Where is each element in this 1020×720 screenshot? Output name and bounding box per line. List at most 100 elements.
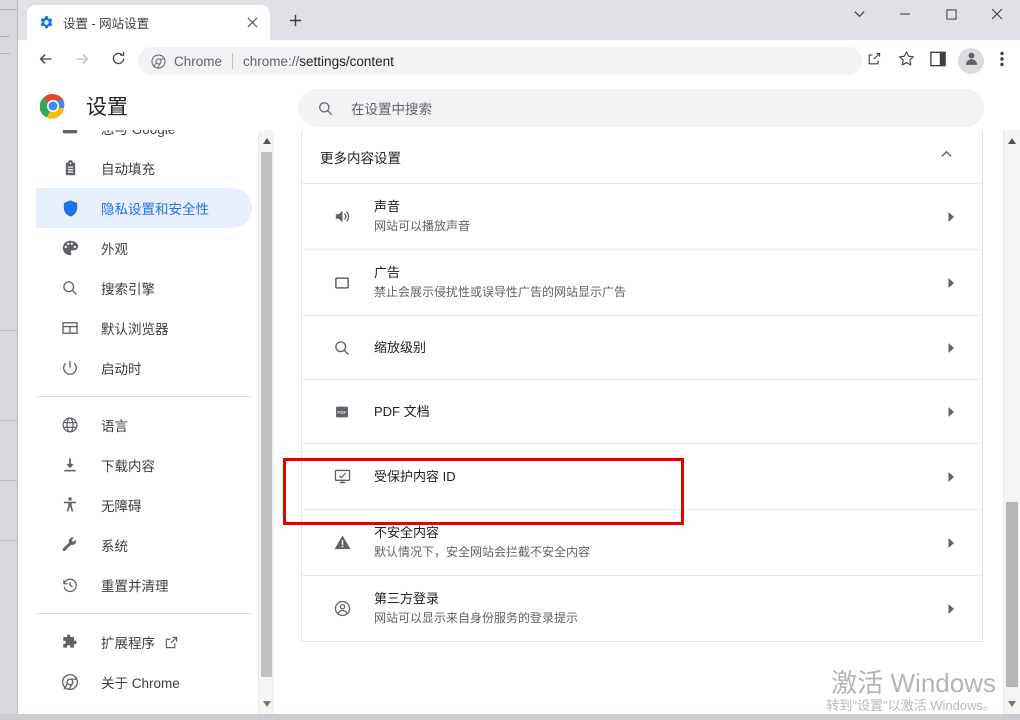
window-controls — [836, 0, 1020, 40]
chevron-right-icon[interactable] — [942, 468, 960, 486]
tab-title: 设置 - 网站设置 — [63, 17, 150, 31]
omnibox-divider — [232, 53, 234, 69]
collapse-section-button[interactable] — [932, 143, 960, 171]
setting-row-pdf-documents[interactable]: PDF PDF 文档 — [302, 379, 982, 443]
new-tab-button[interactable] — [282, 10, 308, 36]
sidebar-item-accessibility[interactable]: 无障碍 — [36, 485, 252, 525]
sidebar-divider — [36, 396, 252, 397]
setting-title: 缩放级别 — [374, 340, 427, 355]
setting-row-text: 不安全内容 默认情况下，安全网站会拦截不安全内容 — [374, 523, 942, 562]
chrome-logo-icon — [39, 93, 66, 119]
sidebar-item-reset-and-cleanup[interactable]: 重置并清理 — [36, 565, 252, 605]
tab-strip: 设置 - 网站设置 — [18, 0, 1020, 40]
browser-tab[interactable]: 设置 - 网站设置 — [27, 5, 270, 40]
chevron-right-icon[interactable] — [942, 208, 960, 226]
setting-title: PDF 文档 — [374, 404, 430, 419]
address-bar[interactable]: Chrome chrome://settings/content — [138, 47, 862, 75]
svg-text:PDF: PDF — [337, 409, 346, 414]
sidebar-item-label: 您与 Google — [101, 130, 175, 138]
setting-row-text: 广告 禁止会展示侵扰性或误导性广告的网站显示广告 — [374, 263, 942, 302]
maximize-button[interactable] — [928, 0, 974, 32]
sidebar-item-extensions[interactable]: 扩展程序 — [36, 622, 252, 662]
volume-icon — [332, 207, 352, 227]
download-icon — [60, 455, 80, 475]
section-title: 更多内容设置 — [320, 150, 401, 166]
side-panel-button[interactable] — [924, 47, 952, 75]
setting-subtitle: 默认情况下，安全网站会拦截不安全内容 — [374, 545, 591, 559]
background-window-sliver — [0, 0, 18, 720]
sidebar-item-search-engine[interactable]: 搜索引擎 — [36, 268, 252, 308]
chevron-right-icon[interactable] — [942, 534, 960, 552]
forward-button[interactable] — [68, 47, 96, 75]
reload-button[interactable] — [104, 47, 132, 75]
url-scheme: chrome:// — [243, 53, 300, 69]
sidebar-item-label: 系统 — [101, 539, 128, 554]
search-input[interactable]: 在设置中搜索 — [351, 98, 432, 118]
setting-row-insecure-content[interactable]: 不安全内容 默认情况下，安全网站会拦截不安全内容 — [302, 509, 982, 575]
pdf-icon: PDF — [332, 402, 352, 422]
sidebar-item-label: 重置并清理 — [101, 579, 169, 594]
setting-row-text: PDF 文档 — [374, 402, 942, 421]
minimize-button[interactable] — [882, 0, 928, 32]
side-panel-icon — [930, 51, 946, 72]
sidebar-item-you-and-google[interactable]: 您与 Google — [36, 130, 252, 148]
scroll-up-arrow-icon[interactable] — [259, 132, 274, 149]
page-scrollbar-thumb[interactable] — [1006, 502, 1018, 687]
sidebar-item-languages[interactable]: 语言 — [36, 405, 252, 445]
sidebar-item-privacy-and-security[interactable]: 隐私设置和安全性 — [36, 188, 252, 228]
sidebar-nav: 您与 Google 自动填充 — [36, 130, 266, 702]
external-link-icon — [165, 635, 179, 649]
sidebar-item-default-browser[interactable]: 默认浏览器 — [36, 308, 252, 348]
setting-title: 不安全内容 — [374, 525, 440, 540]
chrome-icon — [150, 53, 166, 69]
window-close-button[interactable] — [974, 0, 1020, 32]
sidebar-scrollbar[interactable] — [258, 130, 274, 714]
sidebar-item-on-startup[interactable]: 启动时 — [36, 348, 252, 388]
sidebar-item-label: 语言 — [101, 419, 128, 434]
page-scrollbar[interactable] — [1003, 130, 1020, 714]
tab-search-button[interactable] — [836, 0, 882, 32]
chevron-right-icon[interactable] — [942, 274, 960, 292]
setting-row-ads[interactable]: 广告 禁止会展示侵扰性或误导性广告的网站显示广告 — [302, 249, 982, 315]
reload-icon — [110, 50, 127, 72]
setting-row-text: 缩放级别 — [374, 338, 942, 357]
sidebar-item-label: 无障碍 — [101, 499, 142, 514]
scroll-up-arrow-icon[interactable] — [1004, 132, 1019, 149]
chevron-right-icon[interactable] — [942, 403, 960, 421]
chevron-up-icon — [940, 148, 953, 166]
search-icon — [60, 278, 80, 298]
setting-row-third-party-signin[interactable]: 第三方登录 网站可以显示来自身份服务的登录提示 — [302, 575, 982, 641]
setting-row-zoom-levels[interactable]: 缩放级别 — [302, 315, 982, 379]
setting-row-text: 受保护内容 ID — [374, 467, 942, 486]
setting-row-protected-content-id[interactable]: 受保护内容 ID — [302, 443, 982, 509]
setting-row-sound[interactable]: 声音 网站可以播放声音 — [302, 183, 982, 249]
desktop-background: 设置 - 网站设置 Chrome chrome://settings/conte… — [0, 0, 1020, 720]
settings-sidebar: 您与 Google 自动填充 — [36, 130, 266, 714]
arrow-right-icon — [73, 50, 91, 73]
chevron-right-icon[interactable] — [942, 600, 960, 618]
chevron-right-icon[interactable] — [942, 339, 960, 357]
close-icon[interactable] — [241, 12, 263, 34]
sidebar-item-about-chrome[interactable]: 关于 Chrome — [36, 662, 252, 702]
clipboard-icon — [60, 158, 80, 178]
profile-avatar[interactable] — [958, 48, 984, 74]
sidebar-item-label: 默认浏览器 — [101, 322, 169, 337]
sidebar-item-system[interactable]: 系统 — [36, 525, 252, 565]
bookmark-button[interactable] — [892, 47, 920, 75]
back-button[interactable] — [32, 47, 60, 75]
setting-title: 广告 — [374, 265, 401, 280]
settings-search-box[interactable]: 在设置中搜索 — [298, 89, 984, 127]
chrome-browser-window: 设置 - 网站设置 Chrome chrome://settings/conte… — [18, 0, 1020, 714]
scroll-down-arrow-icon[interactable] — [1004, 695, 1019, 712]
close-icon — [991, 7, 1003, 25]
sidebar-item-downloads[interactable]: 下载内容 — [36, 445, 252, 485]
sidebar-item-autofill[interactable]: 自动填充 — [36, 148, 252, 188]
chrome-menu-button[interactable] — [988, 47, 1016, 75]
setting-title: 受保护内容 ID — [374, 469, 456, 484]
puzzle-icon — [60, 632, 80, 652]
sidebar-item-appearance[interactable]: 外观 — [36, 228, 252, 268]
url-path: settings/content — [299, 53, 394, 69]
scroll-down-arrow-icon[interactable] — [259, 695, 274, 712]
sidebar-scrollbar-thumb[interactable] — [261, 152, 272, 677]
share-button[interactable] — [860, 47, 888, 75]
